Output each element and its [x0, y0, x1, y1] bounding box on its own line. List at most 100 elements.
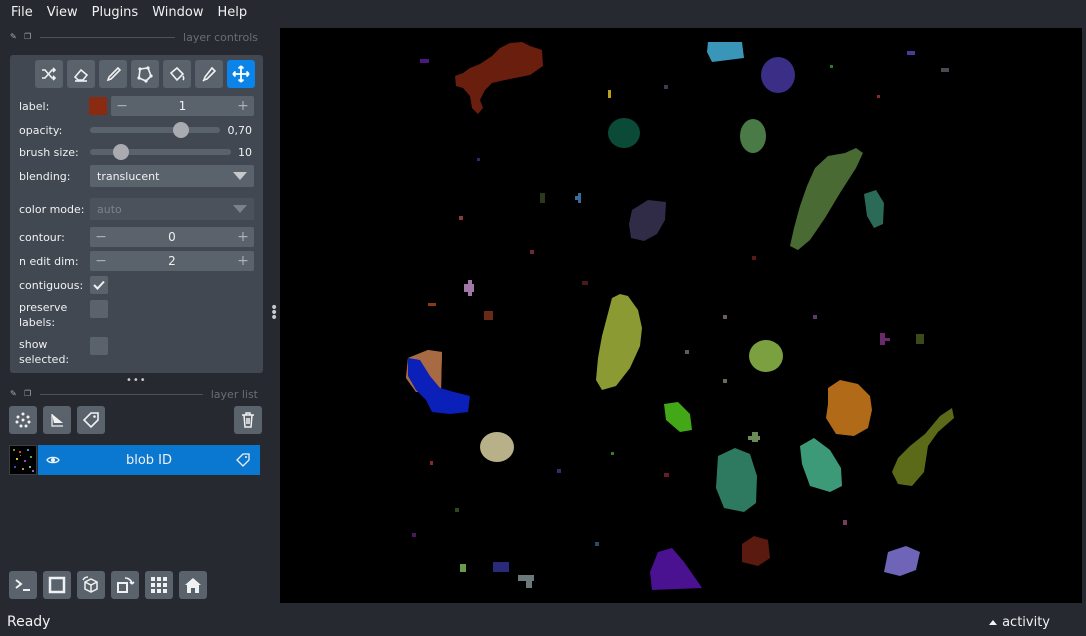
blob: [749, 340, 783, 372]
blob: [540, 193, 545, 203]
activity-toggle[interactable]: activity: [989, 615, 1050, 630]
splitter-handle[interactable]: • • •: [270, 301, 278, 325]
blob: [884, 546, 920, 576]
brush-size-slider[interactable]: [90, 149, 231, 155]
polygon-button[interactable]: [131, 60, 159, 88]
viewer-canvas[interactable]: [280, 28, 1082, 603]
blob-labels-image: [406, 42, 954, 590]
layer-item-blob-id[interactable]: blob ID: [9, 445, 260, 475]
dock-float-icon[interactable]: ✎: [10, 33, 18, 41]
dock-float-icon[interactable]: ✎: [10, 390, 18, 398]
preserve-labels-label: preserve labels:: [19, 301, 68, 329]
console-button[interactable]: [9, 571, 37, 599]
fill-button[interactable]: [163, 60, 191, 88]
dock-title-rule: [40, 393, 203, 395]
new-points-layer-button[interactable]: [9, 406, 37, 434]
delete-layer-button[interactable]: [234, 406, 262, 434]
square-icon: [48, 576, 66, 594]
layer-list-title: layer list: [210, 387, 258, 401]
blob: [813, 315, 817, 319]
layer-controls-title: layer controls: [183, 30, 258, 44]
blob: [420, 59, 429, 63]
grid-mode-button[interactable]: [145, 571, 173, 599]
n-edit-dim-minus-icon[interactable]: −: [95, 253, 107, 269]
pan-zoom-icon: [232, 65, 250, 83]
tag-icon: [82, 412, 99, 429]
preserve-labels-row: preserve labels:: [10, 300, 263, 330]
color-mode-combo[interactable]: auto: [90, 198, 254, 220]
contour-minus-icon[interactable]: −: [95, 229, 107, 245]
dock-close-icon[interactable]: ❐: [24, 390, 32, 398]
checkmark-icon: [93, 280, 105, 290]
trash-icon: [242, 412, 254, 428]
label-minus-icon[interactable]: −: [116, 98, 128, 114]
contiguous-row: contiguous:: [10, 276, 263, 294]
contour-plus-icon[interactable]: +: [237, 229, 249, 245]
blob: [430, 461, 433, 465]
transpose-dims-button[interactable]: [111, 571, 139, 599]
layer-controls-dock-title: ✎ ❐ layer controls: [0, 28, 270, 46]
blob: [752, 256, 756, 260]
new-labels-layer-button[interactable]: [77, 406, 105, 434]
opacity-slider[interactable]: [90, 127, 220, 133]
layer-name[interactable]: blob ID: [38, 453, 260, 468]
color-mode-label: color mode:: [19, 203, 85, 216]
blob: [455, 508, 459, 512]
show-selected-label: show selected:: [19, 338, 70, 366]
points-icon: [15, 412, 31, 428]
pick-button[interactable]: [195, 60, 223, 88]
blob: [557, 469, 561, 473]
shuffle-icon: [42, 67, 57, 81]
paint-button[interactable]: [99, 60, 127, 88]
roll-dims-button[interactable]: [77, 571, 105, 599]
preserve-labels-checkbox[interactable]: [90, 300, 108, 318]
menu-window[interactable]: Window: [145, 0, 210, 26]
menu-file[interactable]: File: [4, 0, 40, 26]
layer-controls-panel: label: − 1 + opacity: 0,70 brush size: 1…: [10, 55, 263, 373]
opacity-slider-handle[interactable]: [173, 122, 189, 138]
reset-view-button[interactable]: [179, 571, 207, 599]
label-plus-icon[interactable]: +: [237, 98, 249, 114]
blob: [830, 65, 833, 68]
opacity-value: 0,70: [227, 123, 253, 137]
new-shapes-layer-button[interactable]: [43, 406, 71, 434]
label-color-swatch: [89, 97, 107, 115]
show-selected-checkbox[interactable]: [90, 337, 108, 355]
ndisplay-toggle-button[interactable]: [43, 571, 71, 599]
menu-plugins[interactable]: Plugins: [85, 0, 146, 26]
blob: [582, 281, 588, 285]
blob: [455, 42, 543, 114]
label-spinbox[interactable]: − 1 +: [111, 96, 254, 116]
blob: [664, 402, 692, 432]
contour-label: contour:: [19, 231, 65, 244]
blob: [484, 311, 493, 320]
blob: [864, 190, 884, 228]
blob: [740, 119, 766, 153]
blob: [742, 536, 770, 566]
blob: [790, 148, 863, 250]
blob: [877, 95, 880, 98]
erase-button[interactable]: [67, 60, 95, 88]
status-bar: Ready activity: [0, 608, 1086, 636]
layer-bar[interactable]: blob ID: [38, 445, 260, 475]
blob: [800, 438, 842, 492]
n-edit-dim-plus-icon[interactable]: +: [237, 253, 249, 269]
blending-combo[interactable]: translucent: [90, 165, 254, 187]
menu-view[interactable]: View: [40, 0, 85, 26]
n-edit-dim-spinbox[interactable]: − 2 +: [90, 251, 254, 271]
show-selected-row: show selected:: [10, 337, 263, 367]
shuffle-colors-button[interactable]: [35, 60, 63, 88]
color-picker-icon: [202, 66, 217, 82]
contour-spinbox[interactable]: − 0 +: [90, 227, 254, 247]
blob: [526, 578, 532, 588]
contiguous-checkbox[interactable]: [90, 276, 108, 294]
pan-zoom-button[interactable]: [227, 60, 255, 88]
paintbrush-icon: [106, 66, 122, 82]
dock-close-icon[interactable]: ❐: [24, 33, 32, 41]
transpose-icon: [117, 577, 135, 593]
blob: [685, 350, 689, 354]
blob: [748, 436, 760, 440]
brush-size-slider-handle[interactable]: [113, 144, 130, 160]
menu-help[interactable]: Help: [210, 0, 254, 26]
blob: [608, 118, 640, 148]
